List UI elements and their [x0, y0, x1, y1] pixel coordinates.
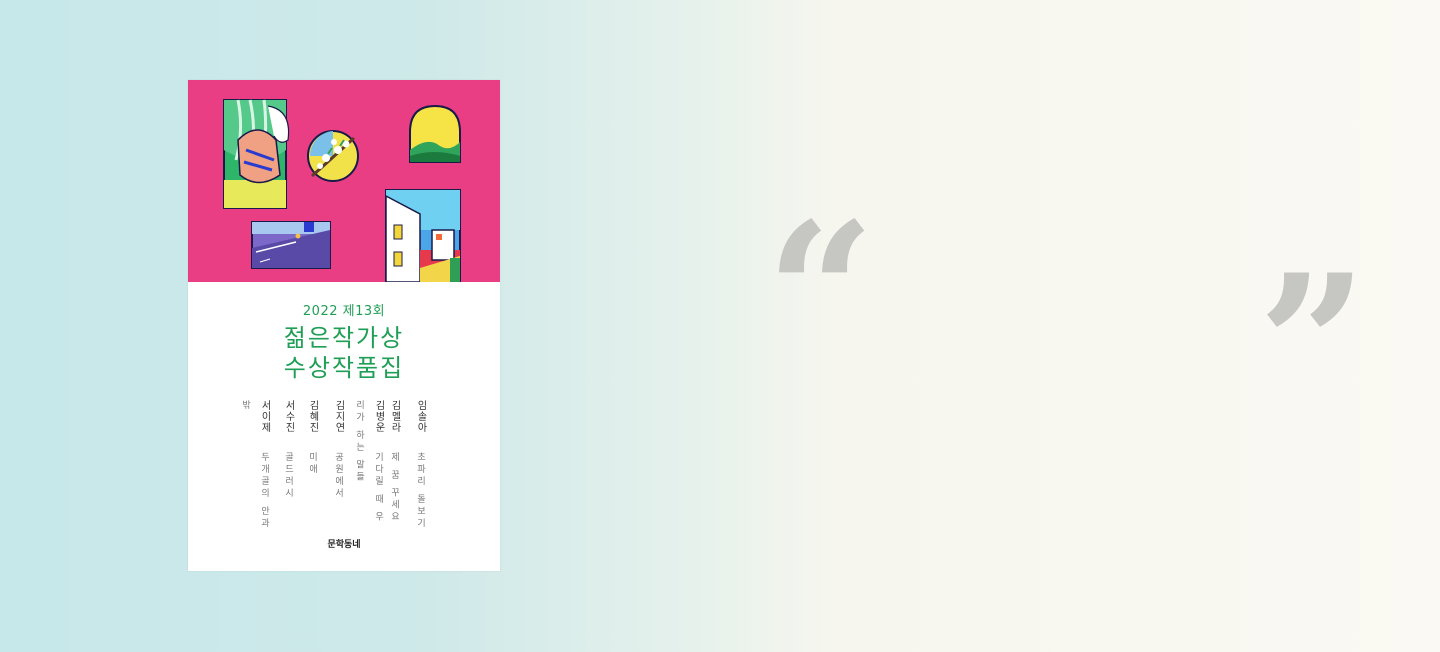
author-work: 초파리 돌보기 [415, 452, 425, 530]
edition-label: 2022 제13회 [302, 304, 386, 319]
author-list: 임솔아 초파리 돌보기 김멜라 제 꿈 꾸세요 김병운 기다릴 때 우리가 하는… [188, 400, 500, 530]
author-work: 공원에서 [333, 452, 343, 501]
cover-illustration [188, 80, 500, 282]
author-entry: 서이제 두개골의 안과 밖 [240, 400, 274, 530]
street-panel [251, 221, 331, 269]
book-title-line-1: 젊은작가상 [283, 324, 405, 352]
author-entry: 김병운 기다릴 때 우리가 하는 말들 [354, 400, 388, 530]
arch-window [409, 104, 461, 163]
author-name: 김혜진 [307, 400, 318, 433]
author-work: 골드러시 [283, 452, 293, 501]
author-name: 김병운 [373, 400, 384, 433]
blossom-circle [307, 130, 359, 182]
close-quote-icon: ” [1258, 233, 1368, 456]
book-cover: 2022 제13회 젊은작가상 수상작품집 임솔아 초파리 돌보기 김멜라 제 … [188, 80, 500, 571]
author-name: 김멜라 [389, 400, 400, 433]
cover-text-area: 2022 제13회 젊은작가상 수상작품집 임솔아 초파리 돌보기 김멜라 제 … [188, 282, 500, 571]
author-name: 김지연 [333, 400, 344, 433]
hand-water-panel [223, 99, 290, 209]
building-panel [385, 189, 461, 282]
author-entry: 서수진 골드러시 [282, 400, 298, 500]
author-name: 서이제 [259, 400, 270, 433]
author-entry: 김멜라 제 꿈 꾸세요 [388, 400, 404, 524]
author-work: 미애 [307, 452, 317, 477]
author-entry: 임솔아 초파리 돌보기 [414, 400, 430, 530]
author-entry: 김지연 공원에서 [332, 400, 348, 500]
publisher-logo: 문학동네 [327, 540, 361, 550]
book-title-line-2: 수상작품집 [283, 354, 405, 382]
author-name: 임솔아 [415, 400, 426, 433]
author-entry: 김혜진 미애 [306, 400, 322, 476]
author-name: 서수진 [283, 400, 294, 433]
author-work: 제 꿈 꾸세요 [389, 452, 399, 524]
open-quote-icon: “ [766, 181, 876, 404]
